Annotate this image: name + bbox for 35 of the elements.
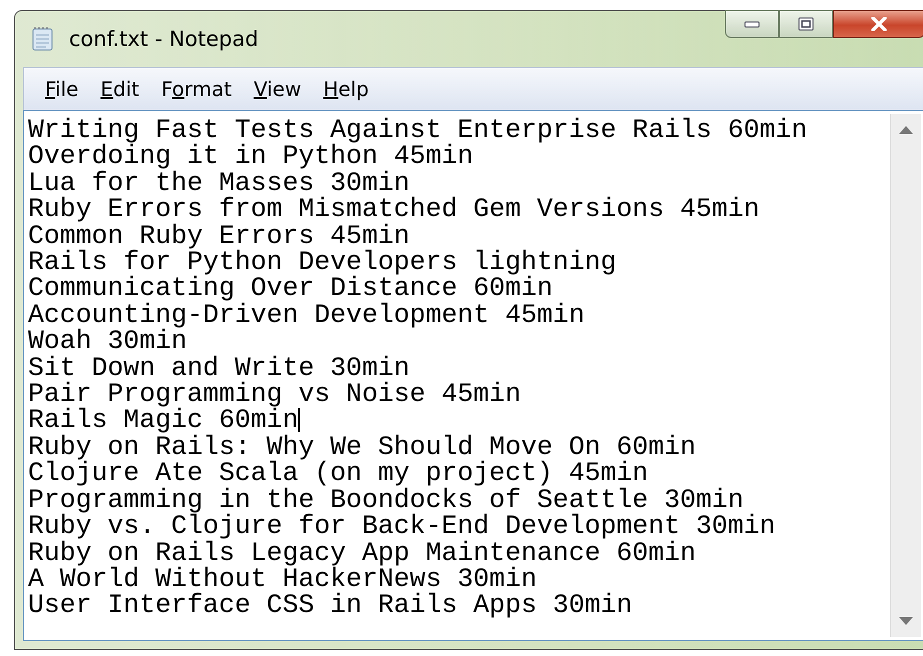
minimize-button[interactable] xyxy=(725,10,779,38)
text-line: Lua for the Masses 30min xyxy=(28,170,410,196)
text-line: Rails Magic 60min xyxy=(28,407,300,434)
menu-item[interactable]: View xyxy=(242,77,312,101)
text-line: Common Ruby Errors 45min xyxy=(28,222,410,250)
menu-item[interactable]: Help xyxy=(312,77,380,101)
text-line: Ruby Errors from Mismatched Gem Versions 45min xyxy=(28,196,760,223)
maximize-button[interactable] xyxy=(779,10,833,38)
text-line: Accounting-Driven Development 45min xyxy=(28,302,585,328)
text-line: Ruby vs. Clojure for Back-End Development 30min xyxy=(28,513,776,540)
menu-item[interactable]: Edit xyxy=(89,77,150,101)
close-icon xyxy=(870,17,888,31)
text-line: Clojure Ate Scala (on my project) 45min xyxy=(28,460,648,487)
text-line: Programming in the Boondocks of Seattle 30min xyxy=(28,486,744,514)
scroll-down-icon[interactable] xyxy=(899,617,913,625)
text-line: Writing Fast Tests Against Enterprise Rails 60min xyxy=(28,117,808,144)
text-line: Overdoing it in Python 45min xyxy=(28,143,474,170)
scroll-up-icon[interactable] xyxy=(899,126,913,134)
scrollbar[interactable] xyxy=(890,114,921,637)
text-line: Pair Programming vs Noise 45min xyxy=(28,381,521,408)
menu-item[interactable]: File xyxy=(34,77,90,101)
text-line: User Interface CSS in Rails Apps 30min xyxy=(28,592,632,619)
text-line: Rails for Python Developers lightning xyxy=(28,249,616,276)
text-line: Communicating Over Distance 60min xyxy=(28,275,553,302)
notepad-icon xyxy=(31,26,55,52)
close-button[interactable] xyxy=(833,10,923,38)
text-line: A World Without HackerNews 30min xyxy=(28,566,537,592)
menu-item[interactable]: Format xyxy=(150,77,243,101)
maximize-icon xyxy=(798,17,814,31)
text-line: Ruby on Rails Legacy App Maintenance 60min xyxy=(28,540,696,566)
text-line: Woah 30min xyxy=(28,328,188,355)
text-line: Sit Down and Write 30min xyxy=(28,354,410,382)
text-line: Ruby on Rails: Why We Should Move On 60min xyxy=(28,434,696,460)
window-title: conf.txt - Notepad xyxy=(69,27,258,51)
minimize-icon xyxy=(744,20,760,28)
